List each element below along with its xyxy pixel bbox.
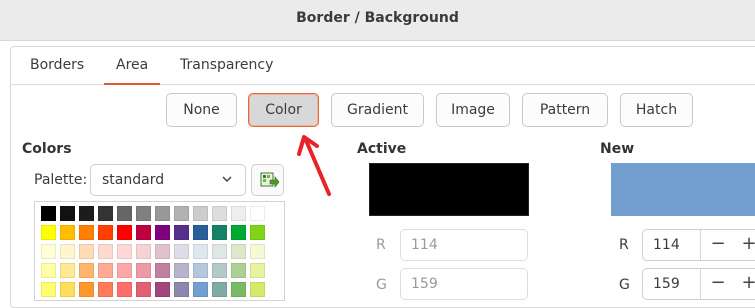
tab-bar: Borders Area Transparency — [10, 46, 755, 85]
none-button[interactable]: None — [166, 93, 237, 127]
color-button[interactable]: Color — [248, 93, 319, 127]
color-swatch[interactable] — [212, 225, 227, 240]
new-color-preview — [611, 163, 755, 216]
color-swatch[interactable] — [41, 225, 56, 240]
hatch-button[interactable]: Hatch — [620, 93, 693, 127]
new-g-label: G — [619, 277, 630, 293]
palette-dropdown[interactable]: standard — [90, 164, 246, 196]
color-swatch[interactable] — [231, 263, 246, 278]
color-swatch[interactable] — [79, 244, 94, 259]
title-bar: Border / Background — [0, 0, 755, 41]
color-swatch[interactable] — [136, 206, 151, 221]
new-r-increment-button[interactable]: + — [739, 233, 755, 254]
color-swatch[interactable] — [250, 244, 265, 259]
color-swatch[interactable] — [98, 225, 113, 240]
tab-area[interactable]: Area — [103, 57, 161, 85]
palette-import-icon — [260, 172, 280, 188]
color-swatch[interactable] — [193, 206, 208, 221]
color-swatch[interactable] — [60, 263, 75, 278]
new-r-value: 114 — [653, 237, 680, 253]
color-swatch[interactable] — [79, 225, 94, 240]
color-swatch[interactable] — [60, 225, 75, 240]
color-swatch[interactable] — [155, 225, 170, 240]
active-r-value: 114 — [400, 229, 528, 261]
color-swatch[interactable] — [250, 206, 265, 221]
color-swatch[interactable] — [98, 206, 113, 221]
palette-label: Palette: — [34, 172, 88, 188]
color-swatch[interactable] — [136, 244, 151, 259]
new-r-decrement-button[interactable]: − — [708, 233, 728, 254]
color-swatch[interactable] — [174, 244, 189, 259]
new-heading: New — [600, 141, 635, 157]
active-heading: Active — [357, 141, 407, 157]
color-swatch[interactable] — [41, 244, 56, 259]
color-swatch[interactable] — [250, 225, 265, 240]
tab-borders[interactable]: Borders — [30, 57, 84, 73]
color-swatch[interactable] — [174, 263, 189, 278]
chevron-down-icon — [222, 176, 232, 183]
stepper-divider — [700, 269, 701, 299]
colors-heading: Colors — [22, 141, 72, 157]
color-swatch[interactable] — [98, 244, 113, 259]
color-swatch-grid — [41, 206, 265, 297]
color-swatch[interactable] — [193, 225, 208, 240]
color-swatch[interactable] — [79, 206, 94, 221]
color-swatch[interactable] — [212, 244, 227, 259]
color-swatch[interactable] — [212, 206, 227, 221]
color-swatch-panel — [34, 201, 285, 301]
color-swatch[interactable] — [193, 263, 208, 278]
color-swatch[interactable] — [117, 225, 132, 240]
color-swatch[interactable] — [231, 244, 246, 259]
color-swatch[interactable] — [155, 244, 170, 259]
color-swatch[interactable] — [250, 263, 265, 278]
color-swatch[interactable] — [231, 206, 246, 221]
palette-value: standard — [102, 172, 165, 188]
new-r-label: R — [619, 237, 629, 253]
window-title: Border / Background — [296, 10, 459, 26]
color-swatch[interactable] — [60, 206, 75, 221]
color-swatch[interactable] — [155, 263, 170, 278]
tab-transparency[interactable]: Transparency — [180, 57, 273, 73]
color-swatch[interactable] — [41, 263, 56, 278]
add-palette-button[interactable] — [251, 164, 284, 196]
pattern-button[interactable]: Pattern — [522, 93, 608, 127]
color-swatch[interactable] — [155, 206, 170, 221]
annotation-arrow-icon — [297, 135, 331, 196]
color-swatch[interactable] — [193, 244, 208, 259]
color-swatch[interactable] — [60, 244, 75, 259]
image-button[interactable]: Image — [436, 93, 510, 127]
color-swatch[interactable] — [212, 263, 227, 278]
color-swatch[interactable] — [117, 206, 132, 221]
color-swatch[interactable] — [79, 263, 94, 278]
color-swatch[interactable] — [174, 225, 189, 240]
active-g-value: 159 — [400, 268, 528, 300]
color-swatch[interactable] — [231, 225, 246, 240]
color-swatch[interactable] — [98, 263, 113, 278]
color-swatch[interactable] — [136, 263, 151, 278]
active-r-label: R — [376, 237, 386, 253]
color-swatch[interactable] — [117, 263, 132, 278]
color-swatch[interactable] — [41, 206, 56, 221]
color-swatch[interactable] — [117, 244, 132, 259]
active-g-label: G — [376, 277, 387, 293]
color-swatch[interactable] — [136, 225, 151, 240]
gradient-button[interactable]: Gradient — [331, 93, 424, 127]
active-color-preview — [369, 163, 529, 216]
color-swatch[interactable] — [174, 206, 189, 221]
stepper-divider — [700, 230, 701, 260]
